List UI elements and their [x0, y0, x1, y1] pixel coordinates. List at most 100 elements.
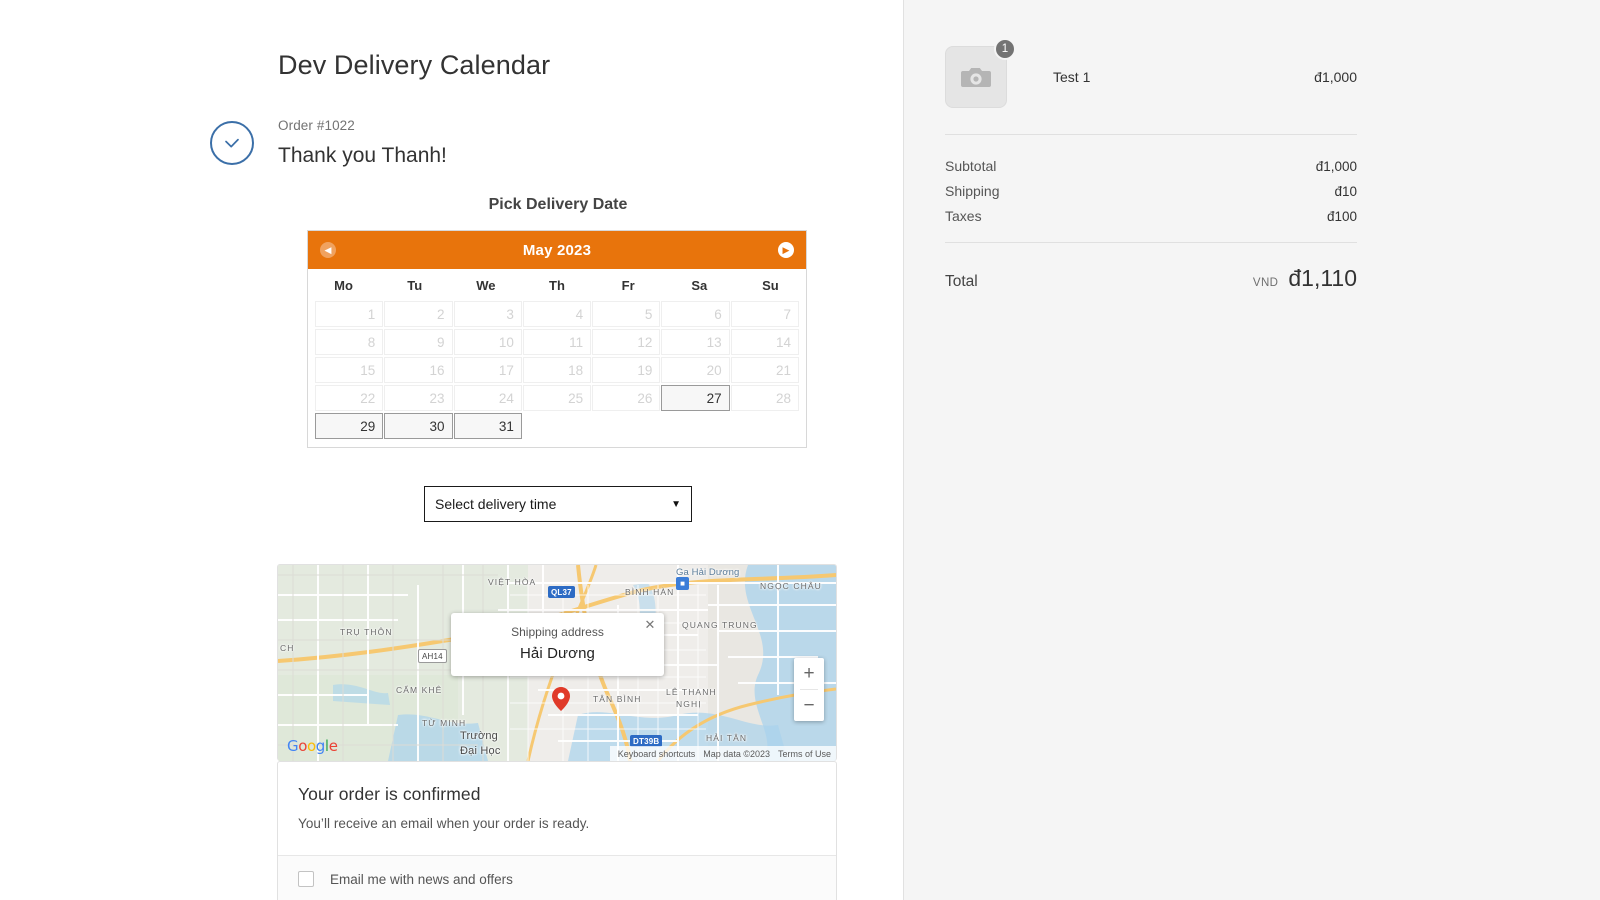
map-attribution: Keyboard shortcuts Map data ©2023 Terms of… — [609, 746, 836, 761]
summary-row: Taxes đ100 — [945, 203, 1357, 228]
road-shield: QL37 — [548, 586, 575, 598]
map-zoom-controls: + − — [794, 658, 824, 721]
calendar-day-disabled: 16 — [384, 357, 453, 383]
google-logo-letter: o — [307, 737, 316, 755]
calendar-day-disabled: 8 — [315, 329, 384, 355]
summary-row-value: đ1,000 — [1315, 158, 1357, 174]
calendar-weekday-row: Mo Tu We Th Fr Sa Su — [308, 269, 806, 301]
summary-row-label: Taxes — [945, 207, 982, 224]
page-title: Dev Delivery Calendar — [278, 50, 551, 80]
delivery-calendar: ◀ May 2023 ▶ Mo Tu We Th Fr Sa Su 1 2 3 4 5 6 7 8 9 10 1… — [307, 230, 807, 448]
calendar-day-disabled: 2 — [384, 301, 453, 327]
summary-row-label: Subtotal — [945, 157, 997, 174]
shipping-address-value: Hải Dương — [520, 645, 595, 662]
calendar-day-disabled: 26 — [592, 385, 661, 411]
google-logo: Google — [287, 737, 338, 755]
delivery-time-select[interactable]: Select delivery time ▼ — [424, 486, 692, 522]
calendar-day-disabled: 12 — [592, 329, 661, 355]
delivery-time-value: Select delivery time — [435, 496, 557, 512]
calendar-day-disabled: 25 — [522, 385, 592, 411]
calendar-weekday: Sa — [691, 277, 708, 293]
zoom-out-button[interactable]: − — [794, 690, 824, 721]
calendar-day-disabled: 21 — [730, 357, 799, 383]
google-logo-letter: g — [315, 737, 326, 755]
order-summary-sidebar: 1 Test 1 đ1,000 Subtotal đ1,000 Shipping đ10 T… — [903, 0, 1600, 900]
checkout-page: Dev Delivery Calendar Order #1022 Thank … — [0, 0, 1600, 900]
item-price: đ1,000 — [1314, 69, 1357, 85]
summary-row-label: Shipping — [945, 182, 1000, 199]
total-currency: VND — [1252, 277, 1279, 289]
calendar-day-disabled: 24 — [453, 385, 522, 411]
road-shield: AH14 — [418, 649, 447, 663]
calendar-day-disabled: 7 — [730, 301, 799, 327]
order-confirmed-card: Your order is confirmed You’ll receive a… — [277, 761, 837, 900]
check-circle-icon — [210, 121, 254, 165]
close-icon[interactable]: ✕ — [642, 617, 658, 633]
order-confirmed-title: Your order is confirmed — [298, 784, 481, 804]
summary-row: Shipping đ10 — [945, 178, 1357, 203]
calendar-month-label: May 2023 — [522, 241, 592, 259]
calendar-header: ◀ May 2023 ▶ — [308, 231, 806, 269]
calendar-day-disabled: 15 — [315, 357, 384, 383]
order-totals: Subtotal đ1,000 Shipping đ10 Taxes đ100 — [945, 135, 1357, 242]
zoom-in-button[interactable]: + — [794, 658, 824, 689]
shipping-map-card: VIỆT HÒA BÌNH HÀN NGỌC CHÂU Ga Hải Dương QUA… — [277, 564, 837, 761]
order-line-item: 1 Test 1 đ1,000 — [945, 38, 1357, 134]
map-attribution-item[interactable]: Terms of Use — [778, 749, 831, 759]
order-confirmed-subtitle: You’ll receive an email when your order … — [298, 816, 590, 831]
shipping-address-label: Shipping address — [511, 625, 604, 639]
calendar-weekday: Th — [549, 277, 565, 293]
chevron-right-circle-icon[interactable]: ▶ — [778, 242, 794, 258]
item-name: Test 1 — [1053, 69, 1091, 85]
calendar-day-disabled: 3 — [453, 301, 522, 327]
calendar-day-disabled: 1 — [315, 301, 384, 327]
shipping-address-bubble: ✕ Shipping address Hải Dương — [451, 613, 664, 676]
calendar-day-disabled: 14 — [730, 329, 799, 355]
chevron-left-circle-icon[interactable]: ◀ — [320, 242, 336, 258]
map-attribution-item[interactable]: Map data ©2023 — [703, 749, 770, 759]
calendar-day-disabled: 6 — [661, 301, 730, 327]
calendar-day-disabled: 19 — [592, 357, 661, 383]
newsletter-row: Email me with news and offers — [278, 855, 836, 900]
pick-delivery-date-title: Pick Delivery Date — [488, 196, 628, 213]
calendar-weekday: Mo — [334, 277, 353, 293]
summary-row-value: đ10 — [1334, 183, 1357, 199]
calendar-day-disabled: 17 — [453, 357, 522, 383]
order-total-row: Total VND đ1,110 — [945, 243, 1357, 292]
calendar-day-disabled: 18 — [522, 357, 592, 383]
calendar-day-disabled: 5 — [592, 301, 661, 327]
calendar-day-disabled: 13 — [661, 329, 730, 355]
newsletter-label: Email me with news and offers — [330, 871, 513, 887]
calendar-day-disabled: 20 — [661, 357, 730, 383]
main-column: Dev Delivery Calendar Order #1022 Thank … — [0, 0, 903, 900]
order-confirmation-header: Order #1022 Thank you Thanh! — [210, 117, 903, 170]
calendar-day-disabled: 22 — [315, 385, 384, 411]
calendar-day-disabled: 28 — [730, 385, 799, 411]
calendar-weekday: Tu — [407, 277, 423, 293]
calendar-day-disabled: 10 — [453, 329, 522, 355]
calendar-weekday: We — [476, 277, 496, 293]
calendar-day-available[interactable]: 30 — [384, 413, 453, 439]
shipping-map[interactable]: VIỆT HÒA BÌNH HÀN NGỌC CHÂU Ga Hải Dương QUA… — [278, 565, 836, 761]
thank-you-heading: Thank you Thanh! — [278, 144, 447, 167]
calendar-day-available[interactable]: 29 — [315, 413, 384, 439]
calendar-day-disabled: 9 — [384, 329, 453, 355]
order-number: Order #1022 — [278, 118, 355, 133]
order-items-list: 1 Test 1 đ1,000 — [945, 38, 1357, 134]
transit-station-icon: ■ — [676, 577, 689, 590]
calendar-day-available[interactable]: 27 — [661, 385, 730, 411]
google-logo-letter: o — [298, 737, 308, 755]
calendar-day-available[interactable]: 31 — [453, 413, 522, 439]
item-thumbnail-wrap: 1 — [945, 38, 1016, 108]
calendar-weekday: Fr — [621, 277, 635, 293]
location-pin-icon — [552, 687, 570, 711]
calendar-day-disabled: 11 — [522, 329, 592, 355]
calendar-weekday: Su — [762, 277, 779, 293]
newsletter-checkbox[interactable] — [298, 871, 314, 887]
google-logo-letter: G — [287, 737, 299, 755]
total-label: Total — [945, 273, 978, 290]
chevron-down-icon: ▼ — [671, 498, 681, 510]
total-value: đ1,110 — [1288, 265, 1357, 291]
calendar-day-disabled: 23 — [384, 385, 453, 411]
map-attribution-item[interactable]: Keyboard shortcuts — [618, 749, 696, 759]
